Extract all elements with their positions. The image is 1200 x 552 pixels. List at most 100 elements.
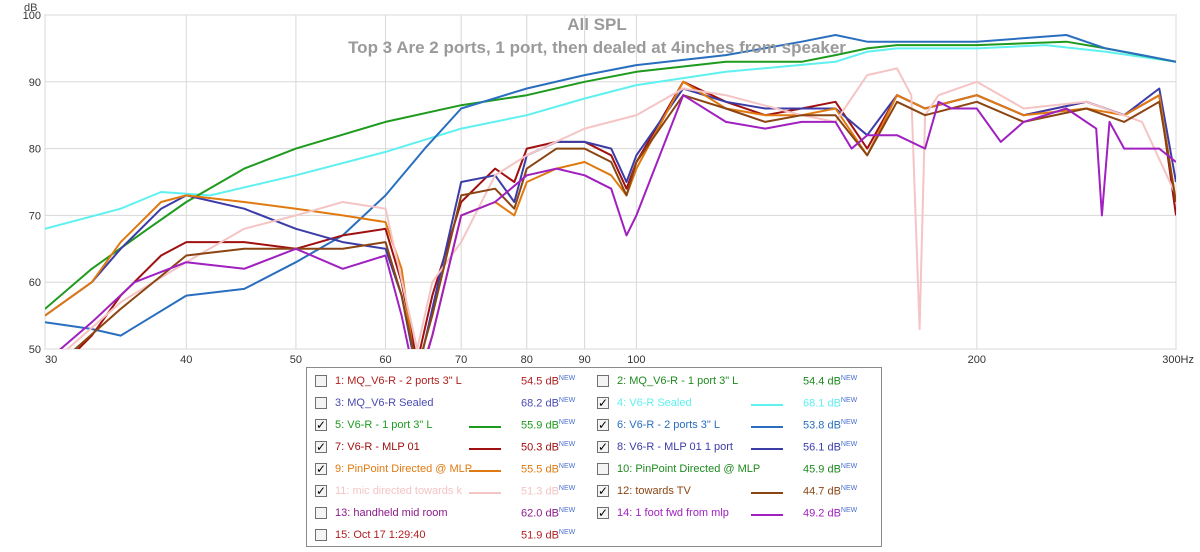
y-tick-label: 80 — [29, 144, 41, 156]
x-tick-label: 40 — [180, 354, 192, 366]
legend-label: 1: MQ_V6-R - 2 ports 3" L — [335, 375, 462, 387]
legend-value-text: 62.0 dB — [521, 507, 559, 520]
legend-item[interactable]: ✓ 5: V6-R - 1 port 3" L 55.9 dBNEW — [315, 415, 595, 437]
legend-label: 7: V6-R - MLP 01 — [335, 441, 420, 453]
legend-value-text: 44.7 dB — [803, 485, 841, 498]
legend-checkbox[interactable]: ✓ — [597, 507, 609, 519]
plot-area — [44, 14, 1177, 350]
legend-checkbox[interactable]: ✓ — [315, 485, 327, 497]
legend-item[interactable]: ✓ 9: PinPoint Directed @ MLP 55.5 dBNEW — [315, 459, 595, 481]
legend-value-suffix: NEW — [558, 463, 576, 470]
legend-item[interactable]: ✓ 6: V6-R - 2 ports 3" L 53.8 dBNEW — [597, 415, 877, 437]
legend-checkbox[interactable]: ✓ — [315, 441, 327, 453]
legend-value-text: 49.2 dB — [803, 507, 841, 520]
x-tick-label: 30 — [45, 354, 57, 366]
legend-value-suffix: NEW — [558, 507, 576, 514]
legend-swatch — [469, 448, 501, 450]
legend-value-suffix: NEW — [558, 485, 576, 492]
legend-item[interactable]: ✓ 14: 1 foot fwd from mlp 49.2 dBNEW — [597, 503, 877, 525]
legend-value-suffix: NEW — [558, 529, 576, 536]
x-tick-label: 60 — [379, 354, 391, 366]
legend-value-text: 55.9 dB — [521, 419, 559, 432]
legend-swatch — [751, 448, 783, 450]
legend-checkbox[interactable] — [315, 397, 327, 409]
legend-value: 55.5 dBNEW — [521, 463, 575, 476]
legend-value-suffix: NEW — [558, 375, 576, 382]
legend-item[interactable]: ✓ 7: V6-R - MLP 01 50.3 dBNEW — [315, 437, 595, 459]
legend-label: 11: mic directed towards k — [335, 485, 462, 497]
chart-title: All SPL — [567, 15, 627, 34]
legend-item[interactable]: 1: MQ_V6-R - 2 ports 3" L 54.5 dBNEW — [315, 371, 595, 393]
legend-value-text: 45.9 dB — [803, 463, 841, 476]
legend-value-text: 53.8 dB — [803, 419, 841, 432]
legend-item[interactable]: 10: PinPoint Directed @ MLP 45.9 dBNEW — [597, 459, 877, 481]
legend-value-text: 54.5 dB — [521, 375, 559, 388]
legend-checkbox[interactable] — [597, 463, 609, 475]
legend-value-text: 51.9 dB — [521, 529, 559, 542]
legend-value: 68.1 dBNEW — [803, 397, 857, 410]
y-axis-label: dB — [24, 2, 37, 14]
y-tick-label: 90 — [29, 77, 41, 89]
chart-subtitle: Top 3 Are 2 ports, 1 port, then dealed a… — [348, 38, 846, 57]
legend-value-text: 55.5 dB — [521, 463, 559, 476]
x-tick-label: 50 — [290, 354, 302, 366]
legend-checkbox[interactable] — [315, 375, 327, 387]
legend-value: 50.3 dBNEW — [521, 441, 575, 454]
legend-label: 14: 1 foot fwd from mlp — [617, 507, 729, 519]
legend-label: 8: V6-R - MLP 01 1 port — [617, 441, 733, 453]
y-tick-label: 70 — [29, 210, 41, 222]
legend-checkbox[interactable] — [315, 507, 327, 519]
legend-checkbox[interactable]: ✓ — [315, 463, 327, 475]
legend-swatch — [751, 426, 783, 428]
x-tick-label: 90 — [578, 354, 590, 366]
x-tick-label: 70 — [455, 354, 467, 366]
legend-value: 53.8 dBNEW — [803, 419, 857, 432]
legend-value: 62.0 dBNEW — [521, 507, 575, 520]
legend-label: 15: Oct 17 1:29:40 — [335, 529, 426, 541]
legend-checkbox[interactable] — [315, 529, 327, 541]
legend-value-text: 68.2 dB — [521, 397, 559, 410]
legend-item[interactable]: ✓ 8: V6-R - MLP 01 1 port 56.1 dBNEW — [597, 437, 877, 459]
y-tick-label: 60 — [29, 277, 41, 289]
legend-item[interactable]: 15: Oct 17 1:29:40 51.9 dBNEW — [315, 525, 595, 547]
legend-item[interactable]: 3: MQ_V6-R Sealed 68.2 dBNEW — [315, 393, 595, 415]
legend-swatch — [469, 470, 501, 472]
legend-value-suffix: NEW — [840, 463, 858, 470]
legend-label: 3: MQ_V6-R Sealed — [335, 397, 434, 409]
legend-item[interactable]: 13: handheld mid room 62.0 dBNEW — [315, 503, 595, 525]
legend-value: 51.3 dBNEW — [521, 485, 575, 498]
legend-checkbox[interactable]: ✓ — [597, 397, 609, 409]
legend-swatch — [469, 492, 501, 494]
legend-label: 10: PinPoint Directed @ MLP — [617, 463, 761, 475]
legend-label: 6: V6-R - 2 ports 3" L — [617, 419, 720, 431]
legend-value-text: 51.3 dB — [521, 485, 559, 498]
legend-checkbox[interactable]: ✓ — [315, 419, 327, 431]
legend-label: 12: towards TV — [617, 485, 691, 497]
legend-item[interactable]: ✓ 11: mic directed towards k 51.3 dBNEW — [315, 481, 595, 503]
x-tick-label: 80 — [521, 354, 533, 366]
y-tick-label: 50 — [29, 344, 41, 356]
legend-value: 45.9 dBNEW — [803, 463, 857, 476]
legend-item[interactable]: ✓ 12: towards TV 44.7 dBNEW — [597, 481, 877, 503]
legend-swatch — [751, 514, 783, 516]
legend-swatch — [751, 404, 783, 406]
legend-value: 44.7 dBNEW — [803, 485, 857, 498]
legend-checkbox[interactable]: ✓ — [597, 485, 609, 497]
x-tick-label: 200 — [968, 354, 986, 366]
legend-item[interactable]: 2: MQ_V6-R - 1 port 3" L 54.4 dBNEW — [597, 371, 877, 393]
legend-value-text: 68.1 dB — [803, 397, 841, 410]
legend-value: 68.2 dBNEW — [521, 397, 575, 410]
legend-checkbox[interactable]: ✓ — [597, 419, 609, 431]
legend-value: 49.2 dBNEW — [803, 507, 857, 520]
legend-value-suffix: NEW — [840, 507, 858, 514]
legend-label: 4: V6-R Sealed — [617, 397, 692, 409]
legend-value: 54.4 dBNEW — [803, 375, 857, 388]
legend-panel: 1: MQ_V6-R - 2 ports 3" L 54.5 dBNEW 2: MQ… — [306, 367, 882, 547]
legend-value-suffix: NEW — [840, 419, 858, 426]
legend-checkbox[interactable]: ✓ — [597, 441, 609, 453]
legend-label: 9: PinPoint Directed @ MLP — [335, 463, 473, 475]
legend-item[interactable]: ✓ 4: V6-R Sealed 68.1 dBNEW — [597, 393, 877, 415]
legend-checkbox[interactable] — [597, 375, 609, 387]
legend-value-suffix: NEW — [558, 419, 576, 426]
legend-swatch — [469, 426, 501, 428]
